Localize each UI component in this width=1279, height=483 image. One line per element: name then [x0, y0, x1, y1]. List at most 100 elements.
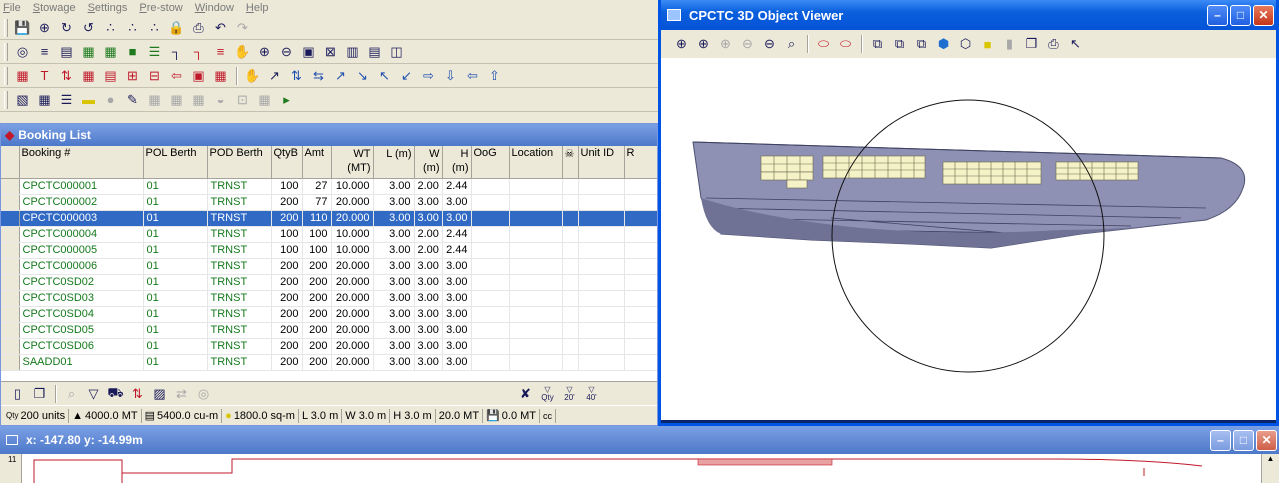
- minimize-icon[interactable]: –: [1207, 4, 1228, 26]
- view-icon[interactable]: ▣: [298, 42, 319, 62]
- header-amt[interactable]: Amt: [302, 146, 332, 179]
- diag-b-icon[interactable]: ↘: [352, 66, 373, 86]
- menu-prestow[interactable]: Pre-stow: [139, 2, 182, 14]
- pointer-icon[interactable]: ↖: [1065, 34, 1086, 54]
- filter-40-button[interactable]: ▽ 40': [581, 384, 602, 404]
- save-icon[interactable]: 💾: [12, 18, 33, 38]
- frame2-icon[interactable]: ▣: [188, 66, 209, 86]
- header-location[interactable]: Location: [509, 146, 563, 179]
- sort-icon[interactable]: ⇅: [127, 384, 148, 404]
- booking-list-titlebar[interactable]: ◆ Booking List: [1, 124, 657, 146]
- scrollbar-up[interactable]: ▲: [1261, 454, 1279, 483]
- zoom-disabled-icon[interactable]: ⊕: [715, 34, 736, 54]
- menu-file[interactable]: File: [3, 2, 21, 14]
- hatch2-icon[interactable]: ∴: [122, 18, 143, 38]
- toolbar-grip[interactable]: [4, 66, 8, 85]
- grid-a-icon[interactable]: ▦: [78, 66, 99, 86]
- toolbar-grip[interactable]: [4, 18, 8, 37]
- table-row[interactable]: CPCTC000001 01 TRNST 100 27 10.000 3.00 2.00 2.4…: [1, 178, 657, 195]
- list-icon[interactable]: ☰: [56, 90, 77, 110]
- header-unit-id[interactable]: Unit ID: [578, 146, 625, 179]
- right-arrow-icon[interactable]: ⇨: [418, 66, 439, 86]
- binoculars-icon[interactable]: ◎: [12, 42, 33, 62]
- binoculars2-icon[interactable]: ◎: [193, 384, 214, 404]
- maximize-icon[interactable]: □: [1233, 429, 1254, 451]
- table-row[interactable]: CPCTC000006 01 TRNST 200 200 20.000 3.00 3.00 3.…: [1, 258, 657, 275]
- fit-icon[interactable]: ⊠: [320, 42, 341, 62]
- stack-icon[interactable]: ▤: [56, 42, 77, 62]
- shape2-icon[interactable]: ⊡: [232, 90, 253, 110]
- hatch-fill-icon[interactable]: ▧: [12, 90, 33, 110]
- orbit2-icon[interactable]: ⬭: [835, 34, 856, 54]
- minimize-icon[interactable]: –: [1210, 429, 1231, 451]
- table-row[interactable]: SAADD01 01 TRNST 200 200 20.000 3.00 3.00 3.00: [1, 354, 657, 371]
- table-row[interactable]: CPCTC000005 01 TRNST 100 100 10.000 3.00 2.00 2.…: [1, 242, 657, 259]
- diag-c-icon[interactable]: ↖: [374, 66, 395, 86]
- transfer-icon[interactable]: ⇄: [171, 384, 192, 404]
- box-icon[interactable]: ⬡: [955, 34, 976, 54]
- view-side-icon[interactable]: ⧉: [889, 34, 910, 54]
- sphere-icon[interactable]: ●: [100, 90, 121, 110]
- profile-titlebar[interactable]: x: -147.80 y: -14.99m – □ ✕: [0, 426, 1279, 454]
- next-icon[interactable]: ▸: [276, 90, 297, 110]
- diag-a-icon[interactable]: ↗: [330, 66, 351, 86]
- header-pod-berth[interactable]: POD Berth: [207, 146, 272, 179]
- vessel-icon[interactable]: ↻: [56, 18, 77, 38]
- discharge-icon[interactable]: ✘: [515, 384, 536, 404]
- yellow-box-icon[interactable]: ▬: [78, 90, 99, 110]
- find-icon[interactable]: ⌕: [61, 384, 82, 404]
- ship-3d-render[interactable]: [661, 58, 1276, 420]
- table-row[interactable]: CPCTC000003 01 TRNST 200 110 20.000 3.00 3.00 3.…: [1, 210, 657, 227]
- tank2-icon[interactable]: ┐: [188, 42, 209, 62]
- toolbar-grip[interactable]: [4, 42, 8, 61]
- grid-fill-icon[interactable]: ▦: [34, 90, 55, 110]
- block-a-icon[interactable]: ▦: [144, 90, 165, 110]
- zoom-area-icon[interactable]: ⌕: [781, 34, 802, 54]
- close-icon[interactable]: ✕: [1256, 429, 1277, 451]
- hand-icon[interactable]: ✋: [232, 42, 253, 62]
- table-row[interactable]: CPCTC000002 01 TRNST 200 77 20.000 3.00 3.00 3.0…: [1, 194, 657, 211]
- text-icon[interactable]: T: [34, 66, 55, 86]
- shape3-icon[interactable]: ▦: [254, 90, 275, 110]
- header-r[interactable]: R: [624, 146, 657, 179]
- menu-stowage[interactable]: Stowage: [33, 2, 76, 14]
- chart-icon[interactable]: ▨: [149, 384, 170, 404]
- grid2-icon[interactable]: ▦: [100, 42, 121, 62]
- zoom-out-icon[interactable]: ⊖: [759, 34, 780, 54]
- calc-icon[interactable]: ▦: [12, 66, 33, 86]
- arrow-tool-icon[interactable]: ↗: [264, 66, 285, 86]
- light-icon[interactable]: ■: [977, 34, 998, 54]
- table-row[interactable]: CPCTC0SD04 01 TRNST 200 200 20.000 3.00 3.00 3.0…: [1, 306, 657, 323]
- hatch-icon[interactable]: ∴: [100, 18, 121, 38]
- left-arrow-icon[interactable]: ⇦: [462, 66, 483, 86]
- header-pol-berth[interactable]: POL Berth: [143, 146, 208, 179]
- diag-d-icon[interactable]: ↙: [396, 66, 417, 86]
- compare-icon[interactable]: ≡: [210, 42, 231, 62]
- rows-icon[interactable]: ▤: [364, 42, 385, 62]
- filter-20-button[interactable]: ▽ 20': [559, 384, 580, 404]
- frame-icon[interactable]: ⊟: [144, 66, 165, 86]
- redo-icon[interactable]: ↷: [232, 18, 253, 38]
- viewer-titlebar[interactable]: CPCTC 3D Object Viewer – □ ✕: [661, 0, 1276, 30]
- marker-icon[interactable]: ✎: [122, 90, 143, 110]
- layers-icon[interactable]: ≡: [34, 42, 55, 62]
- shape-icon[interactable]: ◒: [210, 90, 231, 110]
- view-iso-icon[interactable]: ⬢: [933, 34, 954, 54]
- header-l[interactable]: L (m): [373, 146, 415, 179]
- filter-icon[interactable]: ▽: [83, 384, 104, 404]
- copy-doc-icon[interactable]: ❐: [29, 384, 50, 404]
- print-icon[interactable]: ⎙: [188, 18, 209, 38]
- swap-v-icon[interactable]: ⇅: [286, 66, 307, 86]
- header-oog[interactable]: OoG: [471, 146, 510, 179]
- view-top-icon[interactable]: ⧉: [911, 34, 932, 54]
- swap-icon[interactable]: ⇅: [56, 66, 77, 86]
- swap-h-icon[interactable]: ⇆: [308, 66, 329, 86]
- grid-icon[interactable]: ▦: [78, 42, 99, 62]
- menu-help[interactable]: Help: [246, 2, 269, 14]
- down-arrow-icon[interactable]: ⇩: [440, 66, 461, 86]
- header-booking[interactable]: Booking #: [19, 146, 144, 179]
- columns-icon[interactable]: ▥: [342, 42, 363, 62]
- lock-icon[interactable]: 🔒: [166, 18, 187, 38]
- split-icon[interactable]: ◫: [386, 42, 407, 62]
- table-row[interactable]: CPCTC0SD06 01 TRNST 200 200 20.000 3.00 3.00 3.0…: [1, 338, 657, 355]
